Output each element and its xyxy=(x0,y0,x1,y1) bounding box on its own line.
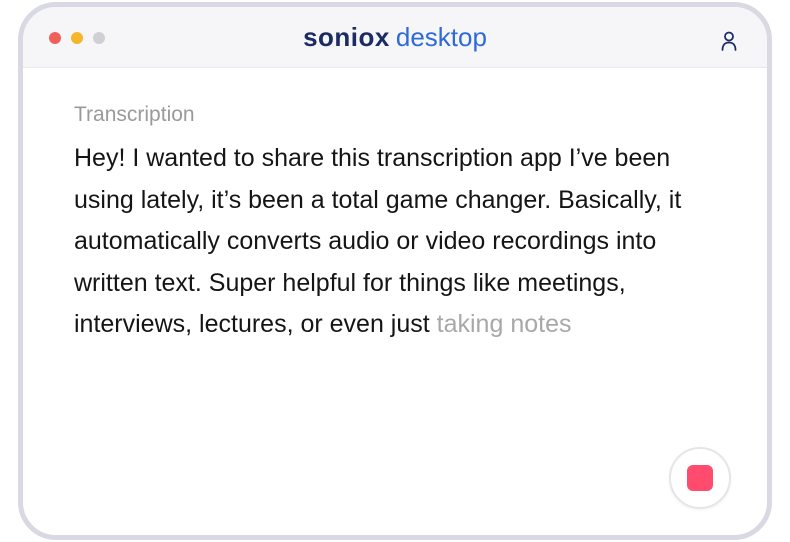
transcription-panel: Transcription Hey! I wanted to share thi… xyxy=(74,102,714,346)
person-icon xyxy=(721,31,737,51)
transcript-pending: taking notes xyxy=(436,310,572,338)
transcript-text: Hey! I wanted to share this transcriptio… xyxy=(74,138,714,346)
section-label: Transcription xyxy=(74,103,195,126)
title-bar: soniox desktop xyxy=(23,7,767,68)
app-logo: soniox desktop xyxy=(23,21,767,53)
stop-recording-button[interactable] xyxy=(669,447,731,509)
stop-icon xyxy=(687,465,713,491)
transcript-final: Hey! I wanted to share this transcriptio… xyxy=(74,144,682,338)
app-window: soniox desktop Transcription Hey! I wante… xyxy=(18,2,772,540)
brand-name: soniox xyxy=(303,22,390,52)
account-button[interactable] xyxy=(719,29,739,53)
brand-suffix: desktop xyxy=(395,22,487,52)
